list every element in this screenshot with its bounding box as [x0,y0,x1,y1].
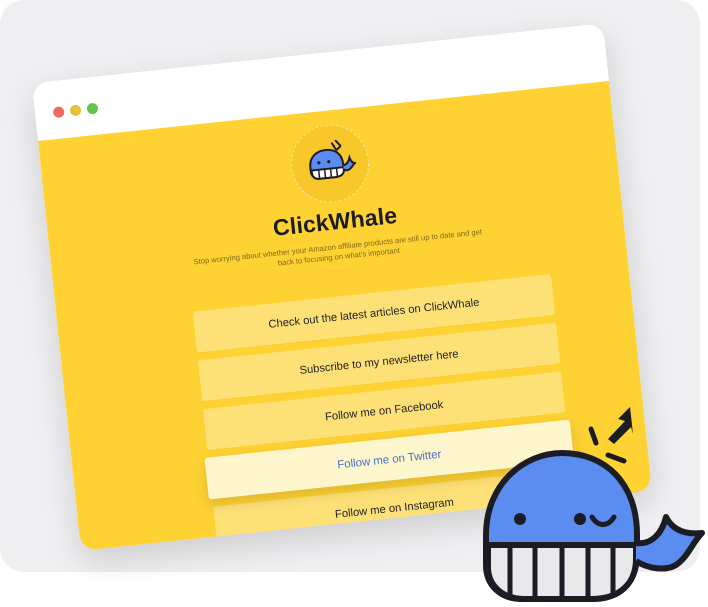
whale-logo-icon [309,139,359,180]
profile-avatar [287,120,373,207]
maximize-window-button[interactable] [86,102,99,115]
whale-mascot-icon [483,407,705,602]
close-window-button[interactable] [52,106,65,119]
cursor-arrow-icon [588,407,633,464]
minimize-window-button[interactable] [69,104,82,117]
